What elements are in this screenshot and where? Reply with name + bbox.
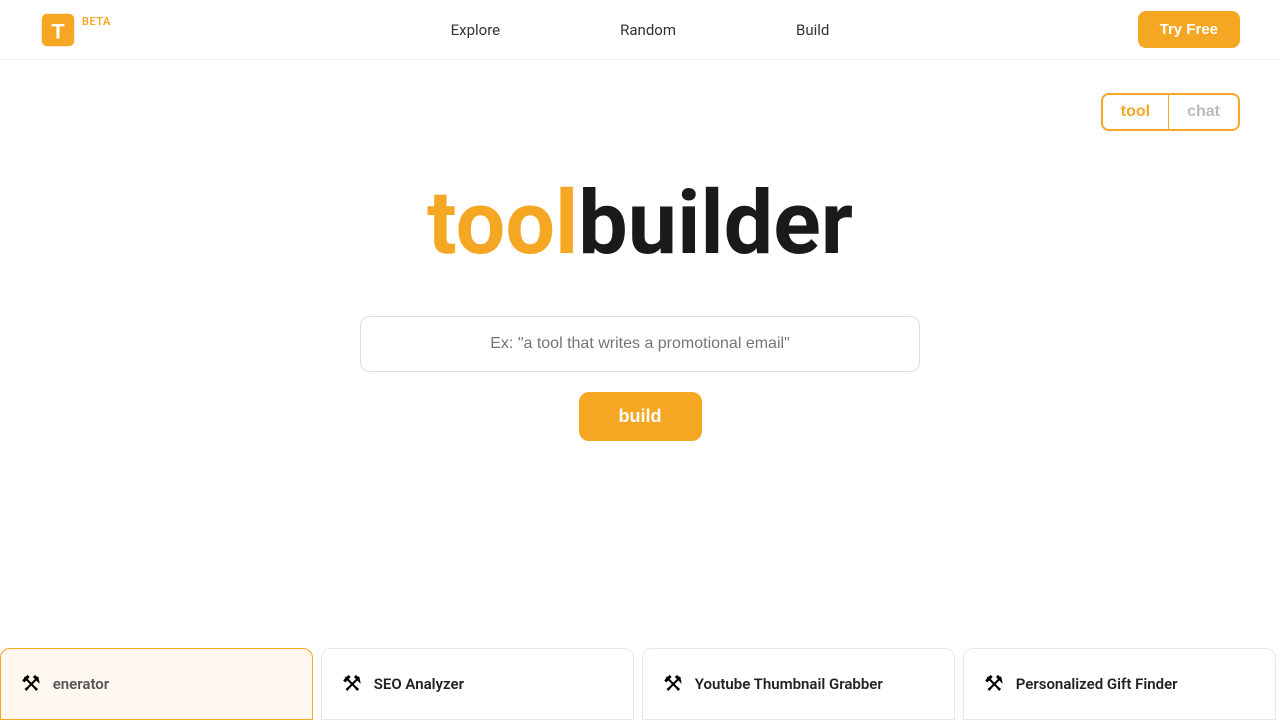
- hero-section: toolbuilder build: [0, 60, 1280, 441]
- svg-text:T: T: [51, 18, 64, 43]
- search-container: [360, 316, 920, 372]
- logo-icon: T: [40, 12, 76, 48]
- card-icon-2: ⚒: [663, 672, 683, 697]
- card-title-0: enerator: [53, 675, 109, 693]
- beta-badge: BETA: [82, 15, 111, 28]
- nav-links: Explore Random Build: [451, 21, 830, 39]
- card-title-2: Youtube Thumbnail Grabber: [695, 675, 883, 693]
- toggle-tool-button[interactable]: tool: [1103, 95, 1168, 129]
- navbar: T BETA Explore Random Build Try Free: [0, 0, 1280, 60]
- card-title-1: SEO Analyzer: [374, 675, 464, 693]
- build-button[interactable]: build: [579, 392, 702, 441]
- hero-title-builder: builder: [578, 172, 853, 275]
- nav-right: Try Free: [1138, 11, 1240, 48]
- tool-chat-toggle: tool chat: [1101, 93, 1240, 131]
- card-generator[interactable]: ⚒ enerator: [0, 648, 313, 720]
- toggle-chat-button[interactable]: chat: [1169, 95, 1238, 129]
- card-icon-0: ⚒: [21, 672, 41, 697]
- nav-link-random[interactable]: Random: [620, 21, 676, 39]
- card-icon-1: ⚒: [342, 672, 362, 697]
- hero-title-tool: tool: [427, 172, 578, 275]
- card-gift[interactable]: ⚒ Personalized Gift Finder: [963, 648, 1276, 720]
- tool-search-input[interactable]: [360, 316, 920, 372]
- try-free-button[interactable]: Try Free: [1138, 11, 1240, 48]
- card-icon-3: ⚒: [984, 672, 1004, 697]
- nav-link-build[interactable]: Build: [796, 21, 829, 39]
- cards-row: ⚒ enerator ⚒ SEO Analyzer ⚒ Youtube Thum…: [0, 648, 1280, 720]
- card-seo[interactable]: ⚒ SEO Analyzer: [321, 648, 634, 720]
- nav-logo-area: T BETA: [40, 12, 111, 48]
- hero-title: toolbuilder: [427, 180, 853, 268]
- nav-link-explore[interactable]: Explore: [451, 21, 501, 39]
- card-title-3: Personalized Gift Finder: [1016, 675, 1178, 693]
- card-youtube[interactable]: ⚒ Youtube Thumbnail Grabber: [642, 648, 955, 720]
